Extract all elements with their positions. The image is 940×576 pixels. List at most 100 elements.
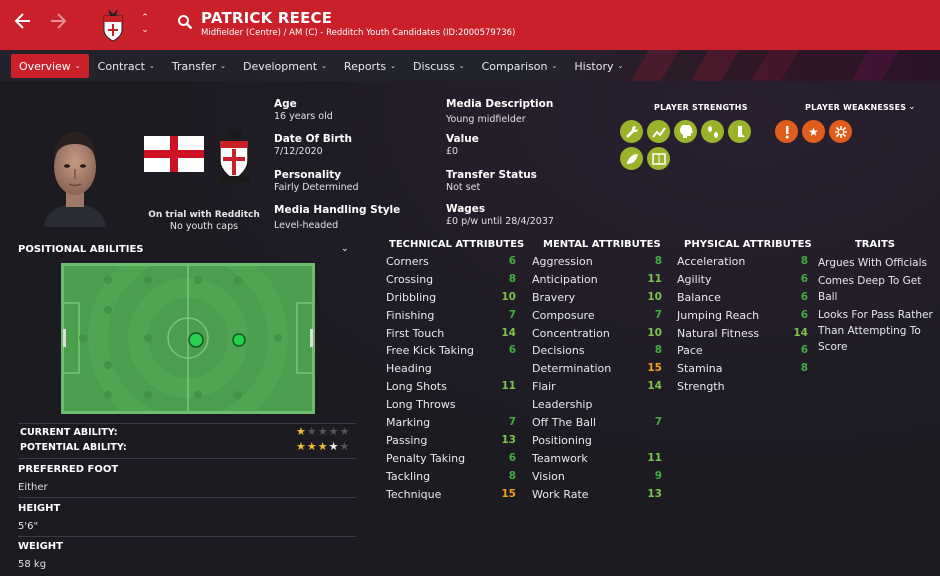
attribute-row[interactable]: Acceleration 8	[677, 253, 808, 271]
trait-item[interactable]: Looks For Pass Rather Than Attempting To…	[818, 307, 936, 355]
current-ability-stars: ★ ★ ★ ★ ★	[296, 426, 349, 438]
tab-transfer[interactable]: Transfer ⌄	[164, 54, 234, 78]
attribute-row[interactable]: Decisions 8	[532, 342, 662, 360]
foot-icon[interactable]	[728, 120, 751, 143]
attribute-row[interactable]: Tackling 8	[386, 468, 516, 486]
wrench-icon[interactable]	[620, 120, 643, 143]
attribute-row[interactable]: Dribbling 10	[386, 289, 516, 307]
dob-info: Date Of Birth 7/12/2020	[274, 133, 352, 158]
attribute-row[interactable]: Passing 13	[386, 432, 516, 450]
chart-up-icon[interactable]	[647, 120, 670, 143]
attribute-row[interactable]: Finishing 7	[386, 307, 516, 325]
positional-chevron-icon[interactable]: ⌄	[341, 244, 349, 254]
back-arrow-icon[interactable]	[13, 10, 33, 38]
tab-contract[interactable]: Contract ⌄	[90, 54, 163, 78]
attribute-row[interactable]: Off The Ball 7	[532, 414, 662, 432]
attribute-value: 9	[654, 469, 662, 482]
attribute-row[interactable]: Leadership	[532, 396, 662, 414]
star-icon[interactable]: ★	[802, 120, 825, 143]
star-empty-icon: ★	[306, 425, 317, 438]
attribute-row[interactable]: Strength	[677, 378, 808, 396]
trait-item[interactable]: Comes Deep To Get Ball	[818, 273, 936, 305]
attribute-row[interactable]: Determination 15	[532, 360, 662, 378]
tab-discuss[interactable]: Discuss ⌄	[405, 54, 473, 78]
boot-icon[interactable]	[620, 147, 643, 170]
updown-icon[interactable]: ⌃ ⌄	[139, 12, 151, 36]
attribute-name: Jumping Reach	[677, 308, 760, 322]
attribute-row[interactable]: Corners 6	[386, 253, 516, 271]
attribute-row[interactable]: Stamina 8	[677, 360, 808, 378]
overview-panel: On trial with Redditch No youth caps Age…	[0, 81, 940, 576]
attribute-row[interactable]: Bravery 10	[532, 289, 662, 307]
attribute-row[interactable]: Pace 6	[677, 342, 808, 360]
attribute-name: Pace	[677, 344, 703, 358]
attribute-row[interactable]: Vision 9	[532, 468, 662, 486]
attribute-row[interactable]: Aggression 8	[532, 253, 662, 271]
attribute-row[interactable]: Teamwork 11	[532, 450, 662, 468]
attribute-row[interactable]: Long Throws	[386, 396, 516, 414]
attribute-name: Positioning	[532, 433, 592, 447]
head-icon[interactable]	[674, 120, 697, 143]
attribute-name: Bravery	[532, 290, 576, 304]
attribute-row[interactable]: First Touch 14	[386, 325, 516, 343]
exclamation-icon[interactable]	[775, 120, 798, 143]
attribute-name: Determination	[532, 362, 612, 376]
attribute-row[interactable]: Flair 14	[532, 378, 662, 396]
attribute-value: 14	[793, 326, 808, 339]
wages-info: Wages £0 p/w until 28/4/2037	[446, 203, 554, 228]
attribute-row[interactable]: Penalty Taking 6	[386, 450, 516, 468]
personality-value: Fairly Determined	[274, 182, 359, 193]
attribute-row[interactable]: Agility 6	[677, 271, 808, 289]
attribute-row[interactable]: Anticipation 11	[532, 271, 662, 289]
attribute-row[interactable]: Balance 6	[677, 289, 808, 307]
attribute-name: Marking	[386, 416, 431, 430]
star-half-icon: ★	[328, 440, 339, 453]
chevron-down-icon: ⌄	[321, 62, 327, 70]
attribute-name: Composure	[532, 308, 595, 322]
chevron-down-icon: ⌄	[617, 62, 624, 70]
attribute-row[interactable]: Jumping Reach 6	[677, 307, 808, 325]
attribute-row[interactable]: Concentration 10	[532, 325, 662, 343]
attribute-name: First Touch	[386, 326, 445, 340]
mental-attributes: MENTAL ATTRIBUTES Aggression 8 Anticipatio…	[532, 239, 662, 503]
menu-tabs: Overview ⌄ Contract ⌄ Transfer ⌄ Development ⌄ R…	[11, 54, 632, 78]
attribute-name: Heading	[386, 362, 432, 376]
tab-history[interactable]: History ⌄	[566, 54, 631, 78]
tab-development[interactable]: Development ⌄	[235, 54, 335, 78]
pitch-icon[interactable]	[647, 147, 670, 170]
media-desc-label: Media Description	[446, 98, 554, 110]
forward-arrow-icon[interactable]	[48, 10, 68, 38]
media-desc-info: Media Description Young midfielder	[446, 98, 553, 126]
tab-reports[interactable]: Reports ⌄	[336, 54, 404, 78]
current-ability-label: CURRENT ABILITY:	[20, 427, 118, 438]
attribute-row[interactable]: Technique 15	[386, 486, 516, 504]
attribute-row[interactable]: Positioning	[532, 432, 662, 450]
trait-item[interactable]: Argues With Officials	[818, 255, 936, 271]
club-crest-icon[interactable]	[100, 6, 126, 47]
attribute-value: 8	[654, 344, 662, 357]
attribute-row[interactable]: Heading	[386, 360, 516, 378]
attribute-row[interactable]: Natural Fitness 14	[677, 325, 808, 343]
attribute-value: 8	[800, 255, 808, 267]
tab-overview[interactable]: Overview ⌄	[11, 54, 89, 78]
star-empty-icon: ★	[339, 440, 350, 453]
search-icon[interactable]	[177, 14, 193, 33]
attribute-row[interactable]: Work Rate 13	[532, 486, 662, 504]
preferred-foot-label: PREFERRED FOOT	[18, 464, 119, 475]
age-value: 16 years old	[274, 111, 333, 122]
dob-label: Date Of Birth	[274, 133, 353, 145]
footprints-icon[interactable]	[701, 120, 724, 143]
menu-bar: Overview ⌄ Contract ⌄ Transfer ⌄ Development ⌄ R…	[0, 50, 940, 81]
attribute-name: Aggression	[532, 255, 593, 268]
attribute-value: 8	[654, 255, 662, 267]
tab-comparison[interactable]: Comparison ⌄	[474, 54, 566, 78]
collapse-chevron-icon[interactable]: ⌄	[908, 102, 916, 112]
attribute-row[interactable]: Crossing 8	[386, 271, 516, 289]
attribute-row[interactable]: Marking 7	[386, 414, 516, 432]
burst-icon[interactable]	[829, 120, 852, 143]
physical-title: PHYSICAL ATTRIBUTES	[684, 239, 812, 250]
attribute-row[interactable]: Free Kick Taking 6	[386, 342, 516, 360]
chevron-down-icon: ⌄	[551, 62, 558, 70]
attribute-row[interactable]: Long Shots 11	[386, 378, 516, 396]
attribute-row[interactable]: Composure 7	[532, 307, 662, 325]
